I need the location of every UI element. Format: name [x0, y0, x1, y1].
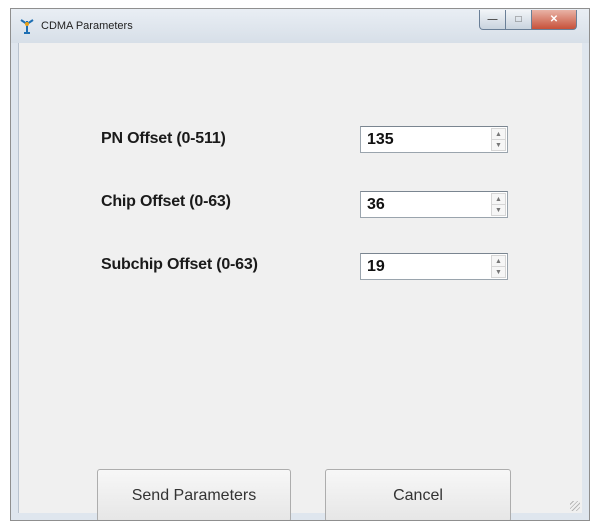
antenna-icon: [19, 18, 35, 34]
subchip-offset-increment-button[interactable]: ▲: [491, 255, 506, 267]
chip-offset-decrement-button[interactable]: ▼: [491, 205, 506, 216]
chevron-up-icon: ▲: [495, 257, 502, 265]
maximize-icon: □: [515, 14, 522, 25]
chip-offset-spin-buttons: ▲ ▼: [491, 193, 506, 216]
chevron-up-icon: ▲: [495, 195, 502, 203]
minimize-icon: —: [487, 14, 498, 25]
pn-offset-spinbox[interactable]: 135 ▲ ▼: [360, 126, 508, 153]
pn-offset-value[interactable]: 135: [367, 131, 394, 149]
send-parameters-button[interactable]: Send Parameters: [97, 469, 291, 520]
dialog-body: PN Offset (0-511) 135 ▲ ▼ Chip Offset (0…: [18, 43, 582, 520]
subchip-offset-spinbox[interactable]: 19 ▲ ▼: [360, 253, 508, 280]
chip-offset-increment-button[interactable]: ▲: [491, 193, 506, 205]
subchip-offset-spin-buttons: ▲ ▼: [491, 255, 506, 278]
resize-grip[interactable]: [570, 501, 580, 511]
cancel-button[interactable]: Cancel: [325, 469, 511, 520]
subchip-offset-label: Subchip Offset (0-63): [101, 256, 258, 273]
pn-offset-decrement-button[interactable]: ▼: [491, 140, 506, 151]
subchip-offset-value[interactable]: 19: [367, 258, 385, 276]
chevron-down-icon: ▼: [495, 141, 502, 149]
chevron-up-icon: ▲: [495, 130, 502, 138]
subchip-offset-decrement-button[interactable]: ▼: [491, 267, 506, 278]
cdma-parameters-window: CDMA Parameters — □ ✕ PN Offset (0-511) …: [10, 8, 590, 521]
title-bar[interactable]: CDMA Parameters — □ ✕: [11, 9, 589, 43]
chevron-down-icon: ▼: [495, 268, 502, 276]
close-icon: ✕: [549, 14, 559, 25]
close-button[interactable]: ✕: [532, 10, 577, 30]
chip-offset-spinbox[interactable]: 36 ▲ ▼: [360, 191, 508, 218]
pn-offset-increment-button[interactable]: ▲: [491, 128, 506, 140]
window-title: CDMA Parameters: [41, 20, 133, 32]
minimize-button[interactable]: —: [479, 10, 506, 30]
maximize-button[interactable]: □: [506, 10, 532, 30]
pn-offset-spin-buttons: ▲ ▼: [491, 128, 506, 151]
chevron-down-icon: ▼: [495, 206, 502, 214]
window-controls: — □ ✕: [479, 10, 577, 30]
chip-offset-label: Chip Offset (0-63): [101, 193, 231, 210]
chip-offset-value[interactable]: 36: [367, 196, 385, 214]
pn-offset-label: PN Offset (0-511): [101, 130, 226, 147]
